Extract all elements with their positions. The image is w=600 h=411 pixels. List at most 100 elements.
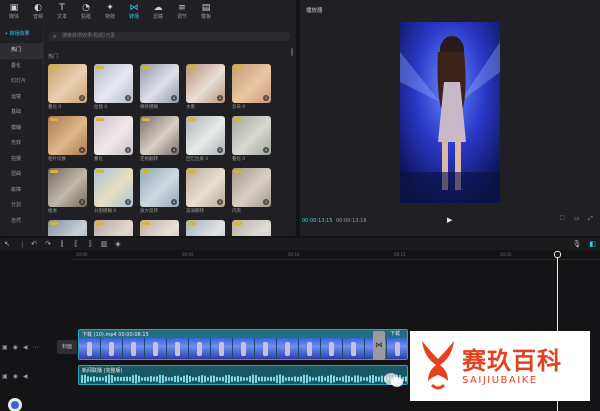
download-icon[interactable]: ↓ xyxy=(217,199,223,205)
category-item[interactable]: 基础 xyxy=(0,105,43,121)
download-icon[interactable]: ↓ xyxy=(79,147,85,153)
category-item[interactable]: 拍摄 xyxy=(0,152,43,168)
category-item[interactable]: 模糊 xyxy=(0,121,43,137)
tab-filter[interactable]: ☁ 滤镜 xyxy=(146,0,170,24)
transition-card[interactable]: ↓ 水墨 xyxy=(186,64,225,112)
mute-icon[interactable]: ◀ xyxy=(23,344,28,351)
transition-card[interactable]: ↓ 叠化 II xyxy=(232,116,271,164)
download-icon[interactable]: ↓ xyxy=(263,95,269,101)
ruler-tick-label: 00:05 xyxy=(182,252,194,257)
download-icon[interactable]: ↓ xyxy=(125,95,131,101)
download-icon[interactable]: ↓ xyxy=(79,95,85,101)
mute-icon[interactable]: ◀ xyxy=(23,373,28,380)
transition-card[interactable]: ↓ 放大反转 xyxy=(140,168,179,216)
pro-badge xyxy=(96,222,104,225)
clip-frame xyxy=(343,338,365,359)
transition-card[interactable]: ↓ 相片切换 xyxy=(48,116,87,164)
expand-icon[interactable]: ⤢ xyxy=(588,215,593,223)
download-icon[interactable]: ↓ xyxy=(171,147,177,153)
clip-frame xyxy=(321,338,343,359)
search-input[interactable]: ⌕ 搜索转场效果/贴纸/元素 xyxy=(48,32,290,41)
redo-icon[interactable]: ↷ xyxy=(43,240,53,248)
more-icon[interactable]: ⋯ xyxy=(33,344,39,351)
category-item[interactable]: 热门 xyxy=(0,43,43,59)
transition-card[interactable]: ↓ xyxy=(186,220,225,236)
download-icon[interactable]: ↓ xyxy=(171,95,177,101)
transition-card[interactable]: ↓ xyxy=(94,220,133,236)
playhead-handle[interactable] xyxy=(554,251,561,258)
fullscreen-icon[interactable]: ⛶ xyxy=(560,215,564,223)
play-icon[interactable]: ▶ xyxy=(447,216,452,224)
transition-card[interactable]: ↓ 云朵 II xyxy=(232,64,271,112)
transition-card[interactable]: ↓ 横移模糊 xyxy=(140,64,179,112)
panel-scrollbar[interactable] xyxy=(291,48,293,56)
split-icon[interactable]: ⫿ xyxy=(57,240,67,249)
transition-card[interactable]: ↓ 闪黑 xyxy=(232,168,271,216)
category-item[interactable]: 自然 xyxy=(0,214,43,230)
delete-icon[interactable]: ▥ xyxy=(99,240,109,248)
download-icon[interactable]: ↓ xyxy=(125,199,131,205)
video-frame-image xyxy=(400,22,500,203)
clip-frame xyxy=(123,338,145,359)
transition-card[interactable]: ↓ 推进 xyxy=(48,168,87,216)
category-header[interactable]: • 转场效果 xyxy=(0,26,43,43)
tab-text[interactable]: T 文本 xyxy=(50,0,74,24)
category-item[interactable]: 幻灯片 xyxy=(0,74,43,90)
shield-icon[interactable]: ◈ xyxy=(113,240,123,248)
transition-card[interactable]: ↓ 定格翻转 xyxy=(140,116,179,164)
divider xyxy=(22,240,23,248)
magnet-icon[interactable]: ◧ xyxy=(589,240,596,248)
tab-adjust[interactable]: ≡ 调节 xyxy=(170,0,194,24)
eye-icon[interactable]: ◉ xyxy=(13,373,18,380)
transition-label: 分割模糊 II xyxy=(94,209,117,214)
cover-button[interactable]: 封面 xyxy=(57,340,77,354)
transition-card[interactable]: ↓ xyxy=(140,220,179,236)
download-icon[interactable]: ↓ xyxy=(79,199,85,205)
lock-icon[interactable]: ▣ xyxy=(2,373,8,380)
lock-icon[interactable]: ▣ xyxy=(2,344,8,351)
download-icon[interactable]: ↓ xyxy=(171,199,177,205)
pro-badge xyxy=(188,170,196,173)
tab-transition[interactable]: ⋈ 转场 xyxy=(122,0,146,24)
transition-card[interactable]: ↓ 回忆拉屏 II xyxy=(186,116,225,164)
transition-card[interactable]: ↓ 叠化 II xyxy=(48,64,87,112)
split-right-icon[interactable]: ⟧ xyxy=(85,240,95,248)
select-cursor-icon[interactable]: ↖ xyxy=(2,240,12,248)
tab-template[interactable]: ▤ 模板 xyxy=(194,0,218,24)
eye-icon[interactable]: ◉ xyxy=(13,344,18,351)
microphone-icon[interactable]: 🎙 xyxy=(572,240,581,248)
fish-tail-logo-icon xyxy=(422,341,454,390)
ratio-icon[interactable]: ▭ xyxy=(574,215,580,222)
audio-clip[interactable]: 新闻联播 (完整版) xyxy=(78,365,408,385)
tab-effects[interactable]: ✦ 特效 xyxy=(98,0,122,24)
transition-marker[interactable]: ⋈ xyxy=(373,331,385,360)
category-item[interactable]: 分割 xyxy=(0,198,43,214)
transition-card[interactable]: ↓ xyxy=(232,220,271,236)
transition-card[interactable]: ↓ 拉镜 II xyxy=(94,64,133,112)
download-icon[interactable]: ↓ xyxy=(263,199,269,205)
video-preview[interactable] xyxy=(400,22,500,203)
transition-label: 叠化 xyxy=(94,157,103,162)
video-clip[interactable]: 下载 (10).mp4 00:00:08:15 xyxy=(78,329,408,360)
tab-media[interactable]: ▣ 媒体 xyxy=(2,0,26,24)
split-left-icon[interactable]: ⟦ xyxy=(71,240,81,248)
category-item[interactable]: 运镜 xyxy=(0,90,43,106)
tab-sticker[interactable]: ◔ 贴纸 xyxy=(74,0,98,24)
timeline-ruler[interactable]: 00:00 00:05 00:10 00:15 00:20 xyxy=(72,252,600,260)
tab-audio[interactable]: ◐ 音频 xyxy=(26,0,50,24)
top-toolbar: ▣ 媒体 ◐ 音频 T 文本 ◔ 贴纸 ✦ 特效 ⋈ 转场 ☁ 滤镜 ≡ 调节 ▤ 模板 xyxy=(0,0,296,24)
download-icon[interactable]: ↓ xyxy=(125,147,131,153)
transition-card[interactable]: ↓ 漩涡翻转 xyxy=(186,168,225,216)
category-item[interactable]: 扭曲 xyxy=(0,167,43,183)
ruler-tick-label: 00:10 xyxy=(288,252,300,257)
category-item[interactable]: 光效 xyxy=(0,136,43,152)
transition-card[interactable]: ↓ 叠化 xyxy=(94,116,133,164)
undo-icon[interactable]: ↶ xyxy=(29,240,39,248)
download-icon[interactable]: ↓ xyxy=(217,95,223,101)
category-item[interactable]: 叠化 xyxy=(0,59,43,75)
transition-card[interactable]: ↓ xyxy=(48,220,87,236)
download-icon[interactable]: ↓ xyxy=(263,147,269,153)
category-item[interactable]: 故障 xyxy=(0,183,43,199)
download-icon[interactable]: ↓ xyxy=(217,147,223,153)
transition-card[interactable]: ↓ 分割模糊 II xyxy=(94,168,133,216)
